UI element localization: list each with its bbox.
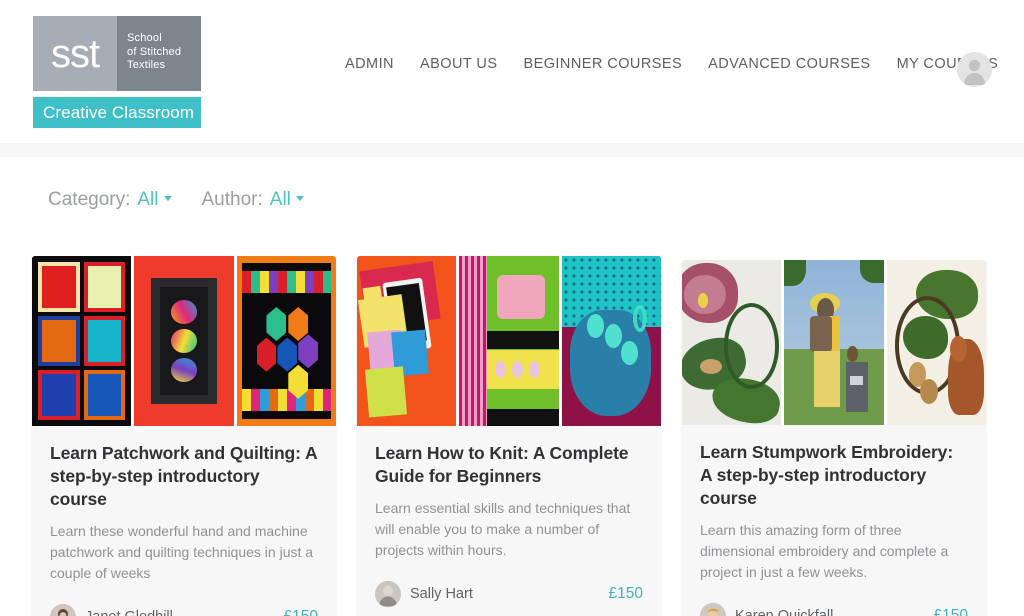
logo-word-line-3: Textiles	[127, 59, 166, 71]
logo-mark-text: sst	[50, 31, 100, 76]
course-card-footer: Karen Quickfall £150	[682, 593, 986, 616]
course-thumbnail-image	[357, 256, 457, 426]
avatar	[50, 604, 76, 616]
course-title: Learn Stumpwork Embroidery: A step-by-st…	[700, 442, 954, 508]
course-card-footer: Sally Hart £150	[357, 571, 661, 616]
category-filter-value: All	[137, 189, 159, 210]
category-filter: Category: All	[48, 189, 172, 211]
avatar	[700, 603, 726, 616]
logo-strip-text: Creative Classroom	[43, 102, 195, 122]
filter-bar: Category: All Author: All	[0, 157, 1024, 376]
course-author-name: Karen Quickfall	[735, 608, 834, 616]
course-title: Learn How to Knit: A Complete Guide for …	[375, 443, 629, 486]
author-filter-label: Author:	[201, 189, 263, 210]
course-thumbnail-image	[886, 260, 986, 425]
course-author: Janet Gledhill	[50, 604, 173, 616]
course-thumbnail-strip	[32, 256, 336, 426]
course-description: Learn these wonderful hand and machine p…	[50, 523, 314, 581]
course-price: £150	[284, 608, 318, 616]
logo-mark: sst	[33, 16, 117, 91]
logo-word-line-1: School	[127, 32, 162, 44]
course-card-body: Learn Patchwork and Quilting: A step-by-…	[32, 426, 336, 594]
course-card-body: Learn Stumpwork Embroidery: A step-by-st…	[682, 425, 986, 593]
course-card[interactable]: Learn How to Knit: A Complete Guide for …	[357, 256, 661, 616]
logo-strip: Creative Classroom	[33, 97, 201, 128]
nav-item-advanced-courses[interactable]: ADVANCED COURSES	[708, 56, 870, 72]
course-card[interactable]: Learn Patchwork and Quilting: A step-by-…	[32, 256, 336, 616]
course-thumbnail-image	[459, 256, 559, 426]
course-card-footer: Janet Gledhill £150	[32, 594, 336, 616]
nav-item-about-us[interactable]: ABOUT US	[420, 56, 497, 72]
course-author-name: Janet Gledhill	[85, 609, 173, 616]
filter-controls: Category: All Author: All	[48, 189, 304, 211]
course-author: Sally Hart	[375, 581, 473, 607]
course-thumbnail-image	[682, 260, 782, 425]
course-title: Learn Patchwork and Quilting: A step-by-…	[50, 443, 317, 509]
user-avatar-icon[interactable]	[957, 52, 992, 87]
author-filter-dropdown[interactable]: All	[270, 189, 304, 211]
chevron-down-icon	[163, 195, 172, 201]
logo-word-line-2: of Stitched	[127, 45, 182, 58]
course-thumbnail-strip	[682, 260, 986, 425]
site-logo[interactable]: sst School of Stitched Textiles Creative…	[33, 16, 201, 128]
logo-wordmark: School of Stitched Textiles	[117, 16, 201, 91]
course-thumbnail-image	[134, 256, 234, 426]
avatar	[375, 581, 401, 607]
course-author: Karen Quickfall	[700, 603, 833, 616]
course-thumbnail-image	[32, 256, 132, 426]
course-price: £150	[933, 607, 968, 616]
site-header: sst School of Stitched Textiles Creative…	[0, 0, 1024, 143]
category-filter-label: Category:	[48, 189, 131, 210]
author-filter-value: All	[269, 189, 291, 210]
course-card-body: Learn How to Knit: A Complete Guide for …	[357, 426, 661, 571]
header-divider	[0, 143, 1024, 157]
course-thumbnail-image	[784, 260, 884, 425]
chevron-down-icon	[295, 195, 304, 201]
course-thumbnail-image	[236, 256, 336, 426]
course-card[interactable]: Learn Stumpwork Embroidery: A step-by-st…	[682, 260, 986, 616]
category-filter-dropdown[interactable]: All	[137, 189, 172, 211]
course-author-name: Sally Hart	[410, 586, 473, 602]
author-filter: Author: All	[202, 189, 304, 211]
course-thumbnail-image	[561, 256, 661, 426]
course-card-list: Learn Patchwork and Quilting: A step-by-…	[0, 256, 1024, 616]
course-description: Learn this amazing form of three dimensi…	[700, 522, 949, 580]
nav-item-admin[interactable]: ADMIN	[345, 56, 394, 72]
logo-top: sst School of Stitched Textiles	[33, 16, 201, 91]
course-price: £150	[608, 585, 643, 602]
nav-item-beginner-courses[interactable]: BEGINNER COURSES	[523, 56, 682, 72]
course-description: Learn essential skills and techniques th…	[375, 500, 631, 558]
main-navigation: ADMIN ABOUT US BEGINNER COURSES ADVANCED…	[345, 56, 998, 72]
course-thumbnail-strip	[357, 256, 661, 426]
